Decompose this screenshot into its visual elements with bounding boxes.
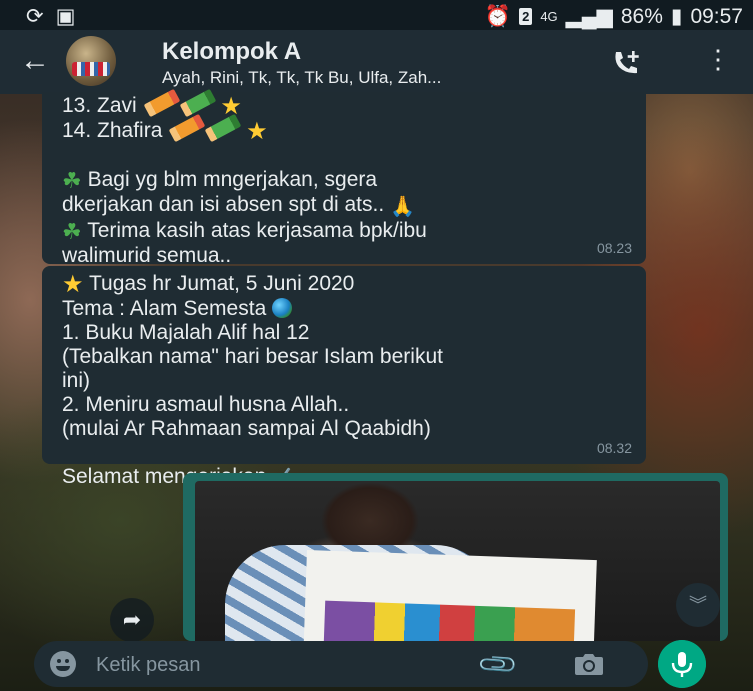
group-avatar[interactable] [66,36,116,86]
alarm-icon: ⏰ [484,4,512,28]
share-arrow-icon[interactable]: ➦ [110,598,154,642]
camera-icon[interactable] [574,651,604,677]
participants-list: Ayah, Rini, Tk, Tk, Tk Bu, Ulfa, Zah... [162,68,442,87]
message-line: ★ Tugas hr Jumat, 5 Juni 2020 [62,271,355,298]
message-bubble[interactable]: ★ Tugas hr Jumat, 5 Juni 2020 Tema : Ala… [42,266,646,490]
message-composer: 📎 [34,641,648,687]
pencil-emoji-icon [179,88,216,118]
pencil-emoji-icon [168,113,206,143]
globe-emoji-icon [272,298,293,318]
battery-icon: ▮ [670,5,683,28]
message-line: ☘ Terima kasih atas kerjasama bpk/ibu [62,219,427,244]
message-line: ☘ Bagi yg blm mngerjakan, sgera [62,168,378,193]
message-line: 2. Meniru asmaul husna Allah.. [62,393,350,416]
message-line: ini) [62,369,91,392]
status-right: ⏰ 2 4G ▂▄▆ 86% ▮ 09:57 [485,4,743,29]
chat-header: ← Kelompok A Ayah, Rini, Tk, Tk, Tk Bu, … [0,30,753,94]
status-bar: ⟳ ▣ ⏰ 2 4G ▂▄▆ 86% ▮ 09:57 [0,0,753,30]
message-line: Tema : Alam Semesta [62,297,632,321]
message-line: 13. Zavi ★ [62,88,632,119]
image-message[interactable] [183,473,728,641]
child-worksheet-photo[interactable] [195,481,720,641]
star-emoji-icon: ★ [62,271,84,298]
microphone-icon[interactable] [658,640,706,688]
message-input[interactable] [94,648,478,682]
message-bubble[interactable]: 13. Zavi ★ 14. Zhafira ★ ☘ Bagi yg blm m… [42,88,646,267]
paperclip-icon[interactable]: 📎 [476,642,521,687]
status-left: ⟳ ▣ [26,4,75,29]
add-call-icon[interactable] [610,47,642,79]
clover-emoji-icon: ☘ [62,168,82,193]
pencil-emoji-icon [143,88,180,118]
double-chevron-down-icon[interactable]: ︾ [676,583,720,627]
message-time: 08.32 [596,440,632,456]
message-line: (mulai Ar Rahmaan sampai Al Qaabidh) [62,417,431,440]
message-line: dkerjakan dan isi absen spt di ats.. 🙏 [62,193,415,218]
praying-hands-emoji-icon: 🙏 [390,196,415,218]
message-line: (Tebalkan nama" hari besar Islam berikut [62,345,443,368]
back-arrow-icon[interactable]: ← [20,44,50,78]
star-emoji-icon: ★ [246,118,268,145]
group-name: Kelompok A [162,38,302,65]
clover-emoji-icon: ☘ [62,219,82,244]
message-line: 1. Buku Majalah Alif hal 12 [62,321,310,344]
battery-percent: 86% [620,4,663,28]
clock: 09:57 [690,4,743,28]
signal-icon: ▂▄▆ [565,5,613,28]
message-line: walimurid semua.. [62,244,232,267]
photo-worksheet [303,549,597,641]
pencil-emoji-icon [204,113,242,143]
group-info[interactable]: Kelompok A Ayah, Rini, Tk, Tk, Tk Bu, Ul… [162,38,441,88]
more-vertical-icon[interactable]: ⋮ [705,44,731,75]
sim-badge: 2 [519,8,533,25]
message-line: 14. Zhafira ★ [62,113,632,145]
notification-icon: ▣ [55,5,76,28]
message-time: 08.23 [596,240,632,256]
smiley-icon[interactable] [50,651,76,677]
network-type: 4G [540,9,558,24]
sync-icon: ⟳ [26,5,44,28]
